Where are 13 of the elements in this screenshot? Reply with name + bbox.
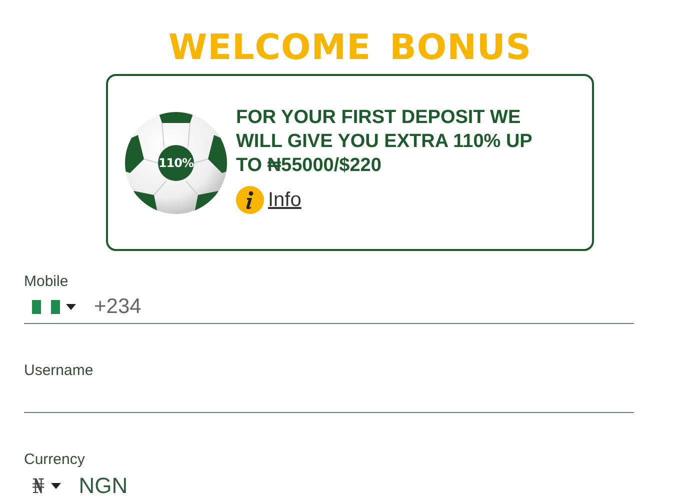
info-icon: [236, 186, 264, 214]
flag-icon: [32, 300, 60, 314]
field-label: Username: [24, 362, 94, 380]
bonus-description: FOR YOUR FIRST DEPOSIT WE WILL GIVE YOU EXTRA 110% UP TO ₦55000/$220: [236, 106, 533, 178]
welcome-title: WELCOME BONUS: [168, 27, 532, 70]
phone-input[interactable]: +234: [94, 294, 142, 320]
caret-icon: [66, 304, 76, 310]
field-label: Mobile: [24, 273, 68, 291]
field-label: Currency: [24, 451, 85, 469]
caret-icon: [50, 482, 61, 488]
currency-value: NGN: [78, 472, 128, 498]
currency-picker[interactable]: ₦: [30, 474, 71, 498]
info-link[interactable]: Info: [268, 188, 302, 212]
